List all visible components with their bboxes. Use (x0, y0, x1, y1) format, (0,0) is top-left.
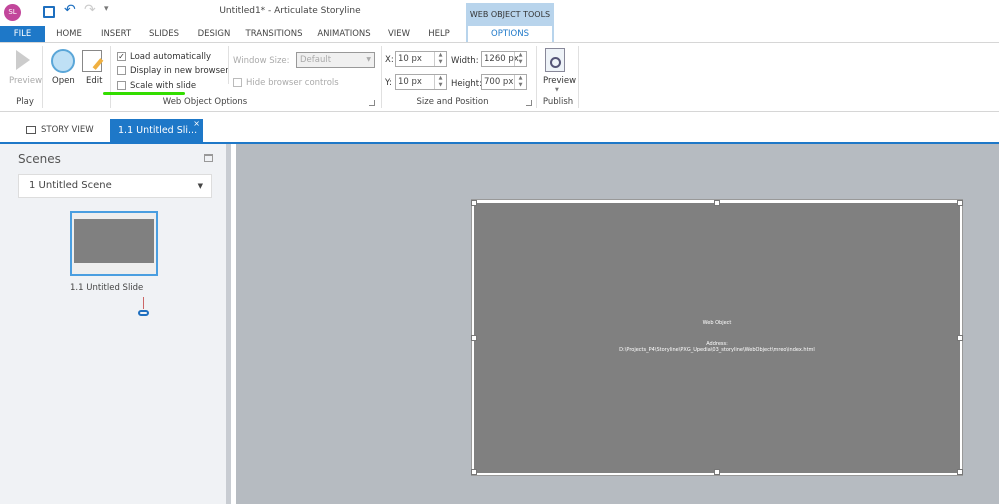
x-value: 10 px (398, 54, 422, 64)
group-size-position: Size and Position (416, 97, 489, 107)
link-icon[interactable] (138, 310, 149, 316)
web-object[interactable]: Web Object Address: D:\Projects_P4\Story… (474, 203, 960, 473)
spin-arrows-icon[interactable]: ▲ ▼ (514, 52, 526, 66)
hide-browser-controls-checkbox[interactable] (233, 78, 242, 87)
tab-insert[interactable]: INSERT (95, 26, 137, 42)
x-input[interactable]: 10 px ▲ ▼ (395, 51, 447, 67)
restore-panel-icon[interactable] (204, 154, 213, 162)
tab-home[interactable]: HOME (50, 26, 88, 42)
width-label: Width: (451, 56, 479, 66)
edit-button[interactable]: Edit (86, 76, 102, 86)
ribbon-divider (0, 111, 999, 112)
load-automatically-checkbox[interactable]: ✓ (117, 52, 126, 61)
load-automatically-label: Load automatically (130, 52, 212, 62)
resize-handle[interactable] (957, 335, 963, 341)
height-value: 700 px (484, 77, 514, 87)
spin-arrows-icon[interactable]: ▲ ▼ (514, 75, 526, 89)
tab-row-divider (0, 42, 999, 43)
address-value: D:\Projects_P4\Storyline\PXG_Upedia\03_s… (619, 347, 815, 353)
resize-handle[interactable] (957, 469, 963, 475)
globe-icon (51, 49, 75, 73)
tab-slides[interactable]: SLIDES (143, 26, 185, 42)
window-size-value: Default (300, 55, 332, 65)
thumbnail-content (74, 219, 154, 263)
app-logo: SL (4, 4, 21, 21)
redo-icon[interactable]: ↷ (84, 2, 96, 18)
tab-slide[interactable]: 1.1 Untitled Sli... × (110, 119, 203, 142)
open-button[interactable]: Open (52, 76, 75, 86)
slide-tab-label: 1.1 Untitled Sli... (118, 125, 198, 136)
chevron-down-icon[interactable]: ▼ (555, 87, 559, 93)
chevron-down-icon: ▼ (366, 56, 371, 63)
close-icon[interactable]: × (193, 112, 200, 135)
tab-file[interactable]: FILE (0, 26, 45, 42)
customize-icon[interactable]: ▾ (104, 4, 109, 14)
chevron-down-icon: ▼ (197, 182, 203, 190)
height-label: Height: (451, 79, 482, 89)
tab-animations[interactable]: ANIMATIONS (313, 26, 375, 42)
spin-arrows-icon[interactable]: ▲ ▼ (434, 52, 446, 66)
contextual-header: WEB OBJECT TOOLS (466, 3, 554, 26)
save-icon[interactable] (43, 6, 55, 18)
x-label: X: (385, 55, 394, 65)
slide-thumbnail-label: 1.1 Untitled Slide (70, 283, 144, 293)
height-input[interactable]: 700 px ▲ ▼ (481, 74, 527, 90)
window-size-label: Window Size: (233, 56, 290, 66)
resize-handle[interactable] (471, 200, 477, 206)
tab-help[interactable]: HELP (423, 26, 455, 42)
highlight-underline (103, 92, 185, 95)
scene-select-value: 1 Untitled Scene (29, 180, 112, 191)
y-label: Y: (385, 78, 392, 88)
scenes-panel: Scenes 1 Untitled Scene ▼ 1.1 Untitled S… (0, 144, 231, 504)
separator (536, 46, 537, 108)
slide-thumbnail[interactable] (70, 211, 158, 276)
resize-handle[interactable] (714, 469, 720, 475)
y-input[interactable]: 10 px ▲ ▼ (395, 74, 447, 90)
publish-preview-button[interactable]: Preview (543, 76, 576, 86)
trigger-line (143, 297, 144, 309)
separator (228, 46, 229, 84)
resize-handle[interactable] (714, 200, 720, 206)
resize-handle[interactable] (957, 200, 963, 206)
y-value: 10 px (398, 77, 422, 87)
hide-browser-controls-label: Hide browser controls (246, 78, 339, 88)
scene-select[interactable]: 1 Untitled Scene ▼ (18, 174, 212, 198)
new-browser-label: Display in new browser (130, 66, 229, 76)
magnifier-icon (550, 57, 561, 68)
tab-transitions[interactable]: TRANSITIONS (242, 26, 306, 42)
web-object-label: Web Object (702, 320, 732, 326)
dialog-launcher-icon[interactable] (369, 100, 375, 106)
new-browser-checkbox[interactable] (117, 66, 126, 75)
group-web-object-options: Web Object Options (162, 97, 248, 107)
undo-icon[interactable]: ↶ (64, 2, 76, 18)
separator (381, 46, 382, 108)
play-icon[interactable] (16, 50, 30, 70)
group-play: Play (16, 97, 34, 107)
story-view-label: STORY VIEW (41, 125, 94, 135)
window-title: Untitled1* - Articulate Storyline (219, 6, 361, 16)
window-size-select[interactable]: Default ▼ (296, 52, 375, 68)
resize-handle[interactable] (471, 335, 477, 341)
separator (110, 46, 111, 108)
resize-handle[interactable] (471, 469, 477, 475)
tab-view[interactable]: VIEW (383, 26, 415, 42)
scale-with-slide-label: Scale with slide (130, 81, 197, 91)
separator (42, 46, 43, 108)
story-view-icon (26, 126, 36, 134)
group-publish: Publish (542, 97, 574, 107)
scenes-title: Scenes (18, 152, 61, 166)
separator (578, 46, 579, 108)
preview-button[interactable]: Preview (9, 76, 42, 86)
dialog-launcher-icon[interactable] (526, 100, 532, 106)
scale-with-slide-checkbox[interactable] (117, 81, 126, 90)
width-input[interactable]: 1260 px ▲ ▼ (481, 51, 527, 67)
spin-arrows-icon[interactable]: ▲ ▼ (434, 75, 446, 89)
tab-design[interactable]: DESIGN (193, 26, 235, 42)
tab-story-view[interactable]: STORY VIEW (20, 119, 105, 142)
tab-options[interactable]: OPTIONS (466, 26, 554, 42)
